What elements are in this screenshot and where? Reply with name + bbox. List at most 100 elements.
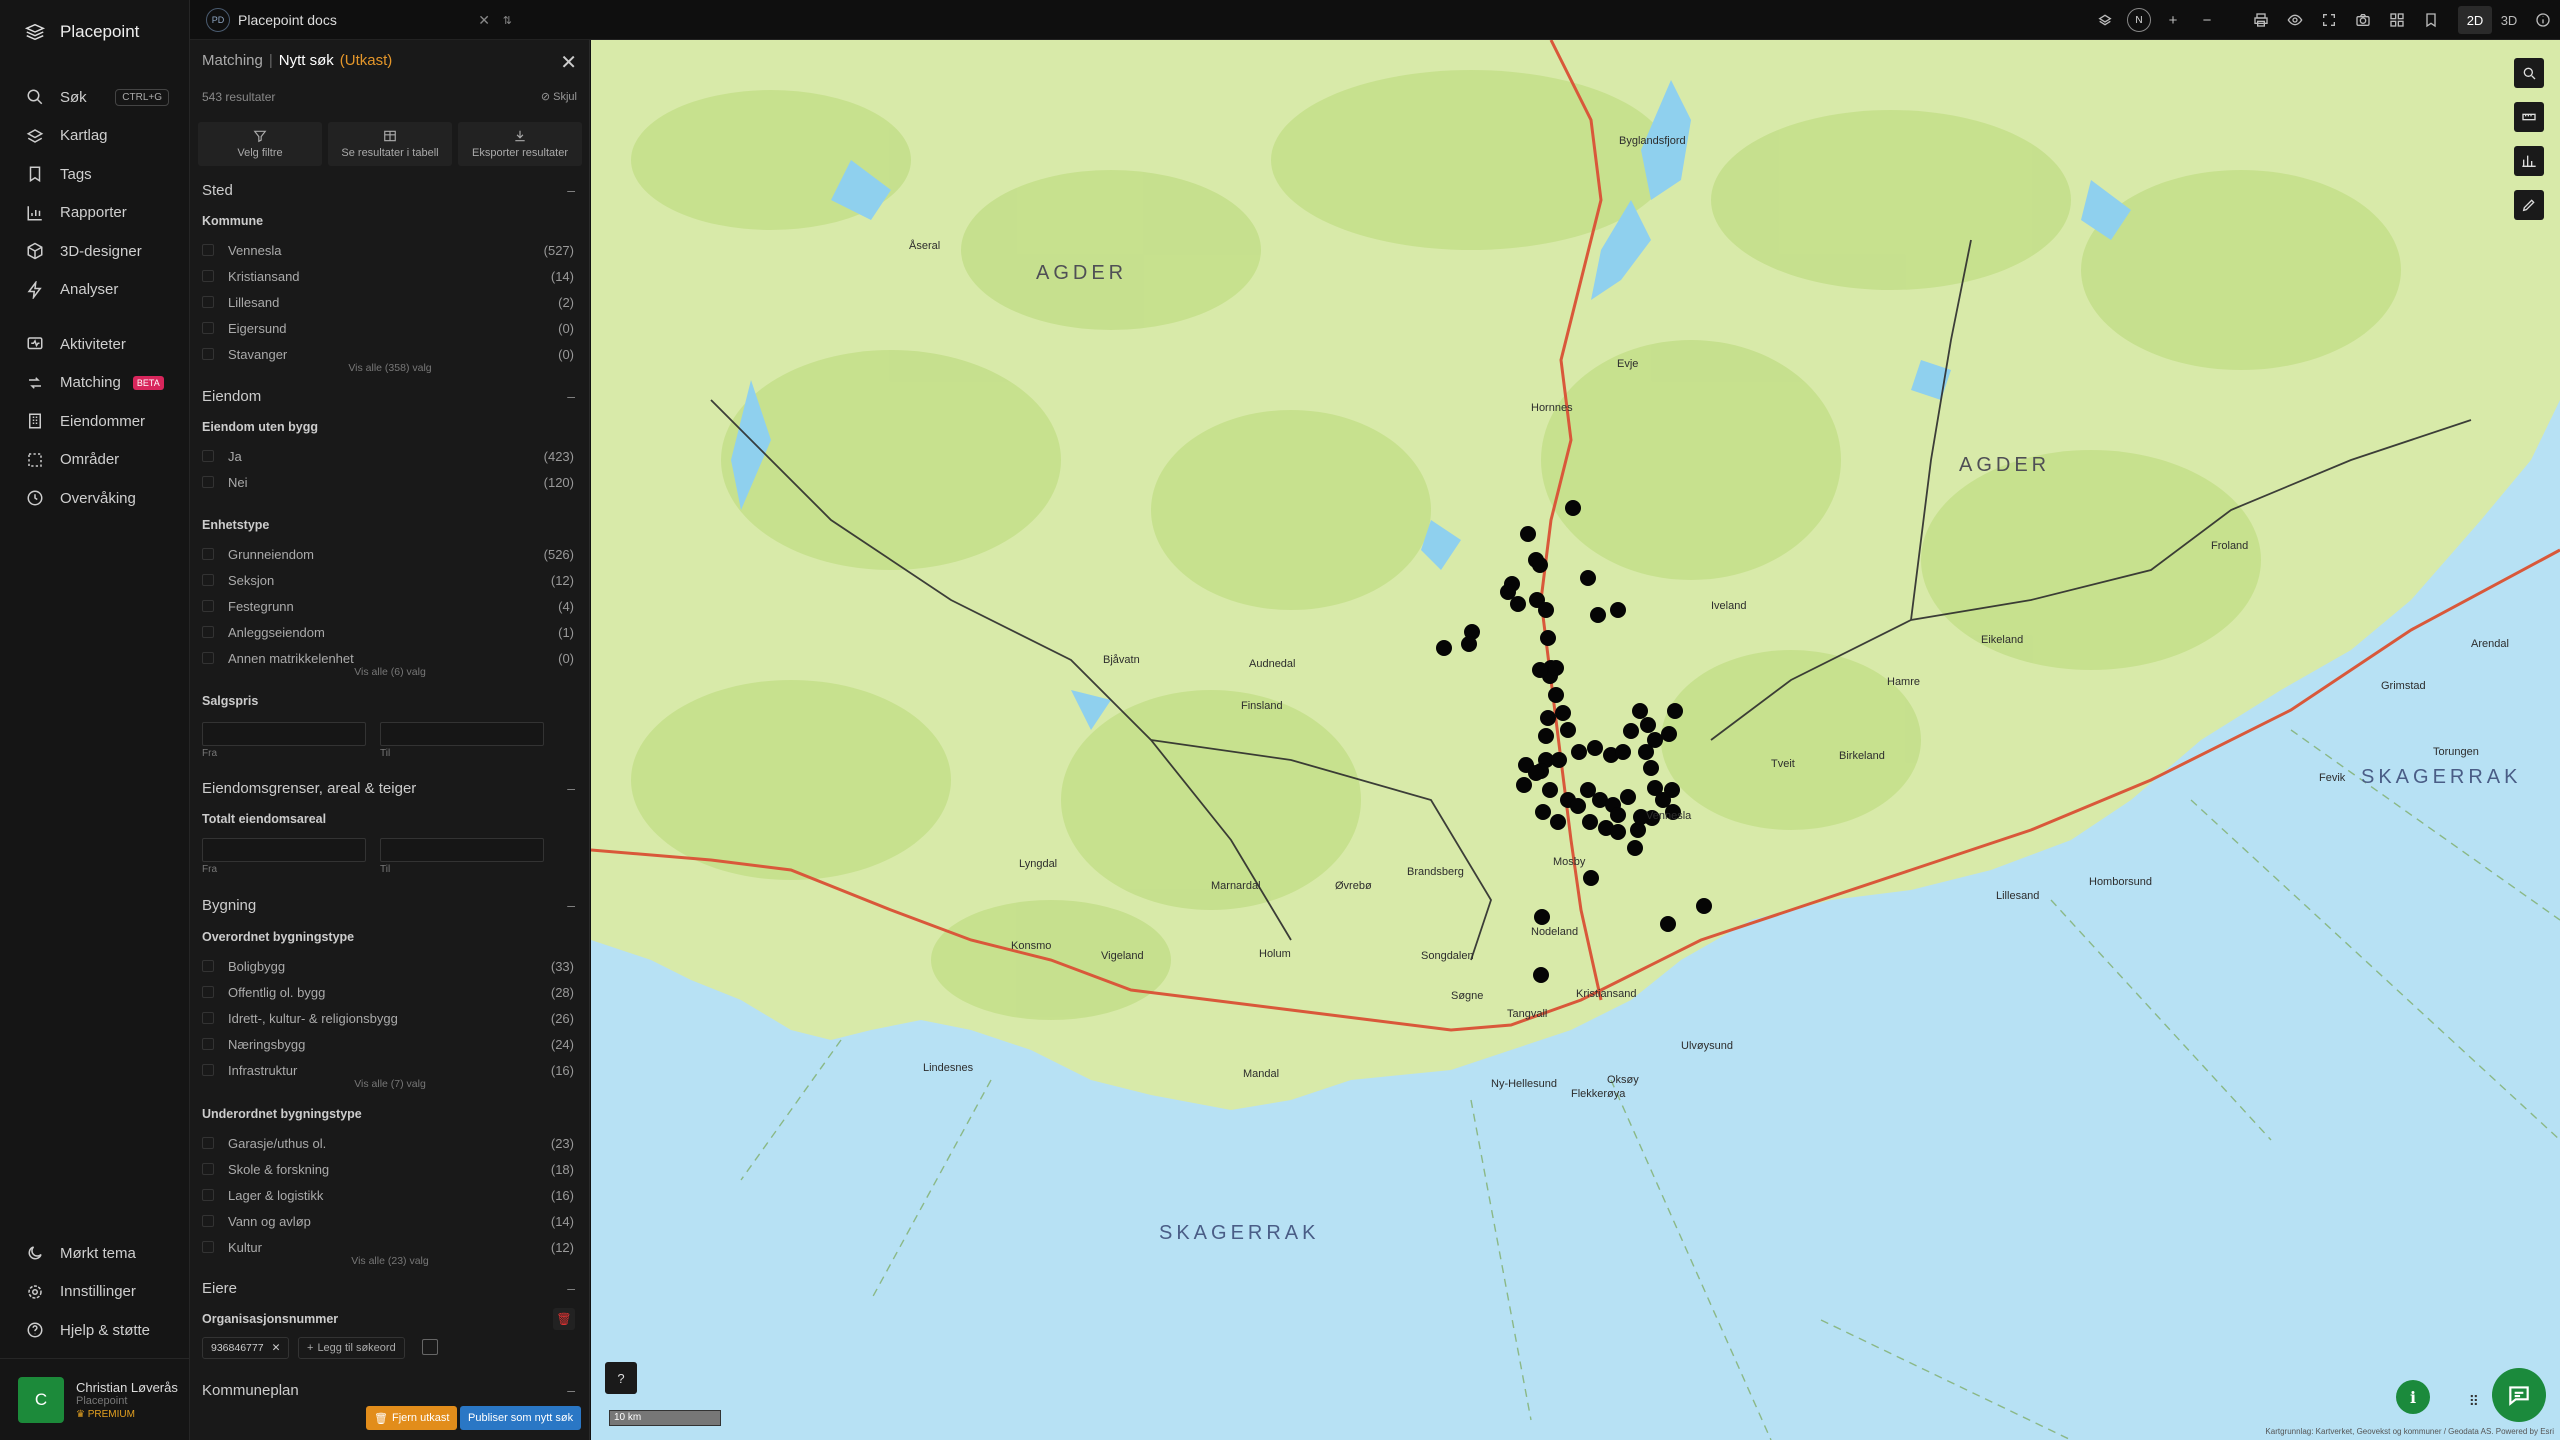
property-marker[interactable] bbox=[1620, 789, 1636, 805]
filter-option[interactable]: Grunneiendom (526) bbox=[202, 544, 574, 564]
checkbox[interactable] bbox=[202, 548, 214, 560]
show-all-link[interactable]: Vis alle (6) valg bbox=[190, 666, 589, 678]
filter-option[interactable]: Vennesla (527) bbox=[202, 240, 574, 260]
filter-option[interactable]: Annen matrikkelenhet (0) bbox=[202, 648, 574, 668]
section-eiendom-title[interactable]: Eiendom bbox=[202, 388, 261, 405]
nav-item-kartlag[interactable]: Kartlag bbox=[0, 117, 189, 156]
view-2d-button[interactable]: 2D bbox=[2458, 6, 2492, 34]
grid-button[interactable] bbox=[2380, 0, 2414, 40]
publish-button[interactable]: Publiser som nytt søk bbox=[460, 1406, 582, 1430]
checkbox[interactable] bbox=[202, 600, 214, 612]
checkbox[interactable] bbox=[202, 626, 214, 638]
checkbox[interactable] bbox=[202, 986, 214, 998]
filter-option[interactable]: Garasje/uthus ol. (23) bbox=[202, 1133, 574, 1153]
property-marker[interactable] bbox=[1555, 705, 1571, 721]
remove-tag-icon[interactable]: ✕ bbox=[272, 1342, 281, 1354]
filter-option[interactable]: Eigersund (0) bbox=[202, 318, 574, 338]
choose-filters-button[interactable]: Velg filtre bbox=[198, 122, 322, 166]
checkbox[interactable] bbox=[202, 1012, 214, 1024]
map-view[interactable]: AGDER AGDER SKAGERRAK SKAGERRAK Byglands… bbox=[591, 40, 2560, 1440]
areal-to-input[interactable] bbox=[380, 838, 544, 862]
filter-option[interactable]: Vann og avløp (14) bbox=[202, 1211, 574, 1231]
filter-option[interactable]: Lager & logistikk (16) bbox=[202, 1185, 574, 1205]
checkbox[interactable] bbox=[202, 322, 214, 334]
checkbox[interactable] bbox=[202, 270, 214, 282]
property-marker[interactable] bbox=[1627, 840, 1643, 856]
property-marker[interactable] bbox=[1643, 760, 1659, 776]
property-marker[interactable] bbox=[1534, 909, 1550, 925]
property-marker[interactable] bbox=[1696, 898, 1712, 914]
hide-button[interactable]: ⊘ Skjul bbox=[541, 90, 577, 103]
property-marker[interactable] bbox=[1538, 728, 1554, 744]
document-selector[interactable]: PD Placepoint docs ✕ ⇅ bbox=[206, 7, 518, 33]
show-all-link[interactable]: Vis alle (358) valg bbox=[190, 362, 589, 374]
filter-option[interactable]: Anleggseiendom (1) bbox=[202, 622, 574, 642]
nav-item-omrader[interactable]: Områder bbox=[0, 441, 189, 480]
checkbox[interactable] bbox=[202, 960, 214, 972]
property-marker[interactable] bbox=[1640, 717, 1656, 733]
property-marker[interactable] bbox=[1528, 765, 1544, 781]
property-marker[interactable] bbox=[1582, 814, 1598, 830]
filter-option[interactable]: Boligbygg (33) bbox=[202, 956, 574, 976]
show-all-link[interactable]: Vis alle (7) valg bbox=[190, 1078, 589, 1090]
info-button[interactable] bbox=[2526, 0, 2560, 40]
close-panel-icon[interactable]: ✕ bbox=[560, 50, 577, 75]
remove-draft-button[interactable]: 🗑 Fjern utkast bbox=[366, 1406, 458, 1430]
map-tool-measure[interactable] bbox=[2514, 102, 2544, 132]
checkbox[interactable] bbox=[202, 450, 214, 462]
property-marker[interactable] bbox=[1590, 607, 1606, 623]
nav-item-3d-designer[interactable]: 3D-designer bbox=[0, 232, 189, 271]
property-marker[interactable] bbox=[1638, 744, 1654, 760]
fullscreen-button[interactable] bbox=[2312, 0, 2346, 40]
filter-option[interactable]: Kultur (12) bbox=[202, 1237, 574, 1257]
property-marker[interactable] bbox=[1610, 602, 1626, 618]
property-marker[interactable] bbox=[1542, 782, 1558, 798]
filter-option[interactable]: Nei (120) bbox=[202, 472, 574, 492]
nav-item-settings[interactable]: Innstillinger bbox=[0, 1273, 190, 1312]
chevron-updown-icon[interactable]: ⇅ bbox=[503, 14, 512, 27]
nav-item-search[interactable]: Søk CTRL+G bbox=[0, 78, 189, 117]
property-marker[interactable] bbox=[1583, 870, 1599, 886]
property-marker[interactable] bbox=[1610, 807, 1626, 823]
property-marker[interactable] bbox=[1667, 703, 1683, 719]
clear-icon[interactable]: ✕ bbox=[478, 12, 490, 29]
checkbox[interactable] bbox=[202, 244, 214, 256]
property-marker[interactable] bbox=[1520, 526, 1536, 542]
property-marker[interactable] bbox=[1550, 814, 1566, 830]
show-all-link[interactable]: Vis alle (23) valg bbox=[190, 1255, 589, 1267]
property-marker[interactable] bbox=[1565, 500, 1581, 516]
filter-option[interactable]: Seksjon (12) bbox=[202, 570, 574, 590]
property-marker[interactable] bbox=[1532, 557, 1548, 573]
property-marker[interactable] bbox=[1615, 744, 1631, 760]
checkbox[interactable] bbox=[202, 652, 214, 664]
table-view-button[interactable]: Se resultater i tabell bbox=[328, 122, 452, 166]
bookmark-button[interactable] bbox=[2414, 0, 2448, 40]
section-sted-title[interactable]: Sted bbox=[202, 182, 233, 199]
checkbox[interactable] bbox=[202, 1189, 214, 1201]
checkbox[interactable] bbox=[202, 296, 214, 308]
brand[interactable]: Placepoint bbox=[0, 0, 189, 64]
property-marker[interactable] bbox=[1610, 824, 1626, 840]
property-marker[interactable] bbox=[1436, 640, 1452, 656]
copy-icon[interactable] bbox=[422, 1339, 438, 1355]
filter-option[interactable]: Stavanger (0) bbox=[202, 344, 574, 364]
property-marker[interactable] bbox=[1461, 636, 1477, 652]
nav-item-aktiviteter[interactable]: Aktiviteter bbox=[0, 325, 189, 364]
filter-option[interactable]: Lillesand (2) bbox=[202, 292, 574, 312]
checkbox[interactable] bbox=[202, 1137, 214, 1149]
map-help-button[interactable]: ? bbox=[605, 1362, 637, 1394]
property-marker[interactable] bbox=[1560, 722, 1576, 738]
nav-item-help[interactable]: Hjelp & støtte bbox=[0, 1311, 190, 1350]
filter-option[interactable]: Idrett-, kultur- & religionsbygg (26) bbox=[202, 1008, 574, 1028]
property-marker[interactable] bbox=[1533, 967, 1549, 983]
user-profile[interactable]: C Christian Løverås Placepoint ♛ PREMIUM bbox=[0, 1358, 190, 1440]
filter-option[interactable]: Infrastruktur (16) bbox=[202, 1060, 574, 1080]
nav-item-eiendommer[interactable]: Eiendommer bbox=[0, 402, 189, 441]
add-keyword-button[interactable]: + Legg til søkeord bbox=[298, 1337, 405, 1359]
collapse-icon[interactable]: – bbox=[567, 780, 575, 796]
compass-button[interactable]: N bbox=[2122, 0, 2156, 40]
salgspris-to-input[interactable] bbox=[380, 722, 544, 746]
property-marker[interactable] bbox=[1580, 570, 1596, 586]
collapse-icon[interactable]: – bbox=[567, 388, 575, 404]
breadcrumb-matching[interactable]: Matching bbox=[202, 52, 263, 69]
